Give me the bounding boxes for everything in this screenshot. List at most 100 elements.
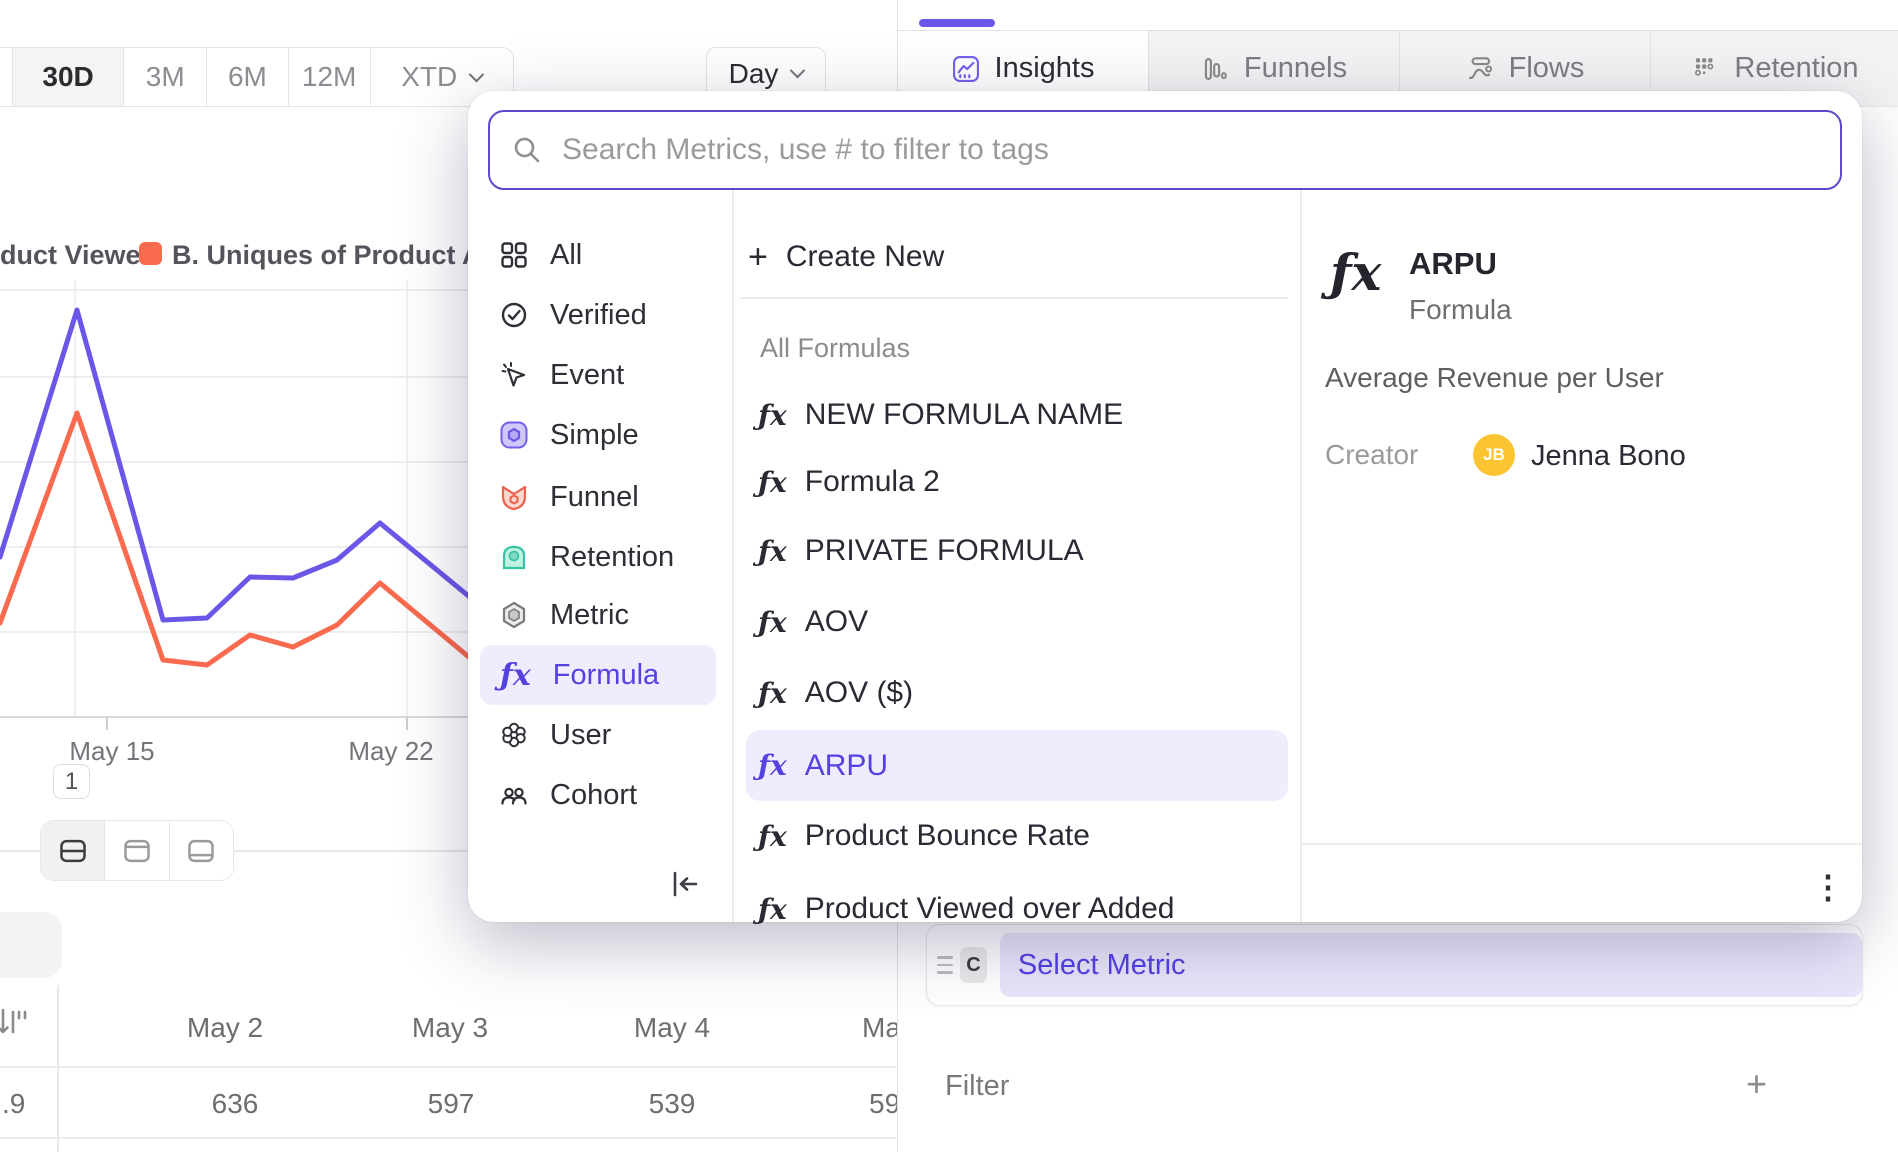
formula-item-label: NEW FORMULA NAME	[805, 398, 1123, 432]
sort-icon[interactable]	[0, 1004, 29, 1040]
time-range-cutoff-button[interactable]	[0, 48, 12, 106]
table-column-divider	[57, 985, 59, 1152]
legend-item-b[interactable]: B. Uniques of Product Add	[172, 240, 514, 271]
detail-description: Average Revenue per User	[1325, 362, 1664, 394]
tab-label: Insights	[995, 52, 1095, 85]
formula-item[interactable]: ƒx Formula 2	[746, 450, 1288, 514]
layout-table-only-icon[interactable]	[169, 821, 233, 880]
fx-icon: ƒx	[758, 466, 787, 499]
sidebar-item-label: Cohort	[550, 779, 637, 812]
chevron-down-icon	[790, 63, 806, 79]
sidebar-item-label: Formula	[553, 659, 659, 692]
creator-label: Creator	[1325, 439, 1418, 471]
granularity-label: Day	[729, 58, 779, 90]
formula-item[interactable]: ƒx PRIVATE FORMULA	[746, 519, 1288, 583]
time-range-xtd-label: XTD	[401, 61, 457, 93]
user-cluster-icon	[500, 721, 528, 749]
formula-item-label: ARPU	[805, 749, 888, 783]
metric-hexagon-icon	[500, 601, 528, 629]
legend-swatch-b	[139, 242, 162, 265]
fx-icon: ƒx	[758, 535, 787, 568]
sidebar-item-user[interactable]: User	[468, 705, 732, 765]
add-filter-button[interactable]: +	[1746, 1066, 1767, 1102]
sidebar-item-retention[interactable]: Retention	[468, 527, 732, 587]
formula-item-label: AOV	[805, 605, 868, 639]
sidebar-item-funnel[interactable]: Funnel	[468, 467, 732, 527]
formula-fx-large-icon: ƒx	[1330, 243, 1381, 302]
verified-badge-icon	[500, 301, 528, 329]
sidebar-item-simple[interactable]: Simple	[468, 405, 732, 465]
formula-item[interactable]: ƒx AOV	[746, 590, 1288, 654]
plus-icon: +	[748, 240, 768, 274]
funnel-icon	[500, 483, 528, 511]
search-input[interactable]	[562, 133, 1818, 167]
collapse-sidebar-icon[interactable]	[668, 869, 702, 899]
time-range-30d[interactable]: 30D	[12, 48, 124, 106]
detail-type-label: Formula	[1409, 294, 1512, 326]
search-icon	[512, 135, 542, 165]
divider	[1300, 843, 1862, 845]
fx-icon: ƒx	[758, 820, 787, 853]
fx-icon: ƒx	[758, 606, 787, 639]
table-header-may4[interactable]: May 4	[612, 1012, 732, 1044]
formula-item[interactable]: ƒx NEW FORMULA NAME	[746, 383, 1288, 447]
fx-icon: ƒx	[758, 893, 787, 926]
cursor-click-icon	[500, 361, 528, 389]
table-cell: 59	[869, 1088, 900, 1120]
legend-item-a[interactable]: duct Viewed	[0, 240, 157, 271]
sidebar-item-all[interactable]: All	[468, 225, 732, 285]
table-row-border	[0, 1137, 897, 1139]
fx-icon: ƒx	[758, 399, 787, 432]
sidebar-item-event[interactable]: Event	[468, 345, 732, 405]
sidebar-item-cohort[interactable]: Cohort	[468, 765, 732, 825]
formula-item[interactable]: ƒx Product Bounce Rate	[746, 804, 1288, 868]
select-metric-field[interactable]: Select Metric	[1000, 933, 1862, 997]
divider	[732, 190, 734, 922]
create-new-button[interactable]: + Create New	[748, 229, 944, 285]
table-header-may2[interactable]: May 2	[165, 1012, 285, 1044]
sidebar-item-metric[interactable]: Metric	[468, 585, 732, 645]
table-cell: 539	[612, 1088, 732, 1120]
tab-label: Funnels	[1244, 52, 1347, 85]
formula-item[interactable]: ƒx AOV ($)	[746, 661, 1288, 725]
x-axis-label-may15: May 15	[52, 736, 172, 767]
divider	[1300, 190, 1302, 922]
layout-chart-only-icon[interactable]	[104, 821, 168, 880]
time-range-3m[interactable]: 3M	[123, 48, 206, 106]
creator-name: Jenna Bono	[1531, 440, 1686, 473]
sidebar-item-label: Metric	[550, 599, 629, 632]
table-header-may3[interactable]: May 3	[390, 1012, 510, 1044]
chevron-down-icon	[469, 66, 485, 82]
formula-fx-icon: ƒx	[500, 658, 531, 693]
layout-toggle-group	[40, 820, 234, 881]
page-indicator[interactable]: 1	[53, 764, 90, 799]
formula-item-label: Product Viewed over Added	[805, 892, 1175, 926]
formula-item-selected[interactable]: ƒx ARPU	[746, 730, 1288, 801]
metric-key-badge: C	[960, 947, 987, 983]
sidebar-item-label: User	[550, 719, 611, 752]
formula-item-label: PRIVATE FORMULA	[805, 534, 1084, 568]
table-row-label: .9	[2, 1088, 25, 1120]
kebab-menu-icon[interactable]: ⋮	[1806, 863, 1850, 911]
fx-icon: ƒx	[758, 749, 787, 782]
layout-split-icon[interactable]	[41, 821, 104, 880]
formula-item-label: Formula 2	[805, 465, 940, 499]
fx-icon: ƒx	[758, 677, 787, 710]
x-axis-label-may22: May 22	[331, 736, 451, 767]
series-tab-stub[interactable]	[0, 912, 62, 978]
sidebar-item-label: Simple	[550, 419, 639, 452]
filter-section-label: Filter	[945, 1070, 1009, 1103]
drag-handle-icon[interactable]	[937, 956, 953, 974]
sidebar-item-label: Retention	[550, 541, 674, 574]
sidebar-item-label: All	[550, 239, 582, 272]
formula-item[interactable]: ƒx Product Viewed over Added	[746, 877, 1288, 941]
time-range-6m[interactable]: 6M	[206, 48, 288, 106]
line-chart	[0, 280, 500, 740]
formula-item-label: AOV ($)	[805, 676, 913, 710]
select-metric-label: Select Metric	[1018, 949, 1186, 982]
sidebar-item-formula[interactable]: ƒx Formula	[480, 645, 716, 705]
time-range-12m[interactable]: 12M	[288, 48, 370, 106]
sidebar-item-verified[interactable]: Verified	[468, 285, 732, 345]
table-cell: 636	[175, 1088, 295, 1120]
table-row-border	[0, 1066, 897, 1068]
